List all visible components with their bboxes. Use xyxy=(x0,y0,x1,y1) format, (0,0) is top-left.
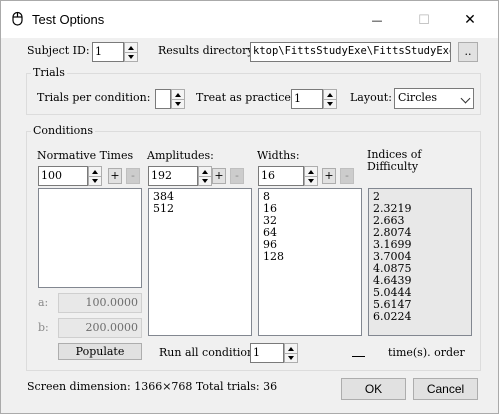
run-all-conditions-input[interactable]: 1 xyxy=(250,343,284,363)
indices-header: Indices of Difficulty xyxy=(367,149,422,173)
layout-label: Layout: xyxy=(350,91,392,104)
normative-add-button[interactable]: + xyxy=(108,168,122,184)
a-input: 100.0000 xyxy=(58,293,142,313)
close-icon: ✕ xyxy=(464,12,476,28)
populate-button[interactable]: Populate xyxy=(58,343,142,360)
normative-times-list[interactable] xyxy=(38,188,142,288)
spin-down-icon[interactable] xyxy=(125,52,137,61)
practice-label: Treat as practice: xyxy=(196,91,292,104)
b-label: b: xyxy=(38,321,49,334)
normative-times-spinner[interactable] xyxy=(88,166,102,186)
indices-header-line2: Difficulty xyxy=(367,160,419,173)
amplitudes-remove-button: - xyxy=(230,168,244,184)
layout-select[interactable]: Circles xyxy=(394,88,474,109)
amplitudes-list[interactable]: 384 512 xyxy=(148,188,252,336)
cancel-button[interactable]: Cancel xyxy=(413,378,478,400)
run-all-conditions-spinner[interactable] xyxy=(284,343,298,363)
trials-group-title: Trials xyxy=(31,66,67,79)
trials-per-condition-input[interactable] xyxy=(155,89,171,109)
order-separator xyxy=(352,356,365,357)
subject-id-spinner[interactable] xyxy=(124,42,138,62)
trials-per-condition-label: Trials per condition: xyxy=(37,91,151,104)
layout-value: Circles xyxy=(398,91,438,104)
widths-list[interactable]: 8 16 32 64 96 128 xyxy=(258,188,362,336)
amplitudes-spinner[interactable] xyxy=(198,166,212,186)
normative-remove-button: - xyxy=(126,168,140,184)
subject-id-label: Subject ID: xyxy=(27,44,90,57)
mouse-icon xyxy=(12,11,23,26)
widths-spinner[interactable] xyxy=(304,166,318,186)
b-input: 200.0000 xyxy=(58,318,142,338)
spin-down-icon[interactable] xyxy=(285,353,297,362)
maximize-icon: ☐ xyxy=(418,12,430,28)
spin-down-icon[interactable] xyxy=(305,176,317,185)
spin-down-icon[interactable] xyxy=(199,176,211,185)
indices-list: 2 2.3219 2.663 2.8074 3.1699 3.7004 4.08… xyxy=(368,188,472,336)
amplitudes-input[interactable]: 192 xyxy=(148,166,198,186)
window-title: Test Options xyxy=(32,12,105,27)
list-item: 6.0224 xyxy=(373,310,412,323)
list-item[interactable]: 128 xyxy=(259,251,361,263)
widths-input[interactable]: 16 xyxy=(258,166,304,186)
browse-button[interactable]: .. xyxy=(458,42,478,62)
list-item[interactable]: 512 xyxy=(149,203,251,215)
practice-input[interactable]: 1 xyxy=(291,89,323,109)
amplitudes-header: Amplitudes: xyxy=(147,149,214,162)
conditions-group-title: Conditions xyxy=(31,124,95,137)
minimize-button[interactable]: — xyxy=(363,8,391,32)
subject-id-input[interactable]: 1 xyxy=(92,42,124,62)
ok-button[interactable]: OK xyxy=(341,378,406,400)
time-order-label: time(s). order xyxy=(388,346,465,359)
normative-times-header: Normative Times xyxy=(37,149,134,162)
widths-header: Widths: xyxy=(257,149,300,162)
trials-per-condition-spinner[interactable] xyxy=(171,89,185,109)
spin-down-icon[interactable] xyxy=(172,99,184,108)
minimize-icon: — xyxy=(371,13,383,27)
normative-times-input[interactable]: 100 xyxy=(38,166,88,186)
results-directory-label: Results directory: xyxy=(158,44,252,57)
spin-down-icon[interactable] xyxy=(324,99,336,108)
run-all-conditions-label: Run all conditions xyxy=(159,346,251,359)
spin-down-icon[interactable] xyxy=(89,176,101,185)
chevron-down-icon xyxy=(460,93,471,104)
results-directory-input[interactable]: ktop\FittsStudyExe\FittsStudyExe xyxy=(250,42,451,62)
practice-spinner[interactable] xyxy=(323,89,337,109)
status-text: Screen dimension: 1366×768 Total trials:… xyxy=(27,380,278,393)
close-button[interactable]: ✕ xyxy=(456,8,484,32)
maximize-button: ☐ xyxy=(410,8,438,32)
widths-add-button[interactable]: + xyxy=(322,168,336,184)
a-label: a: xyxy=(38,296,49,309)
amplitudes-add-button[interactable]: + xyxy=(212,168,226,184)
widths-remove-button: - xyxy=(340,168,354,184)
